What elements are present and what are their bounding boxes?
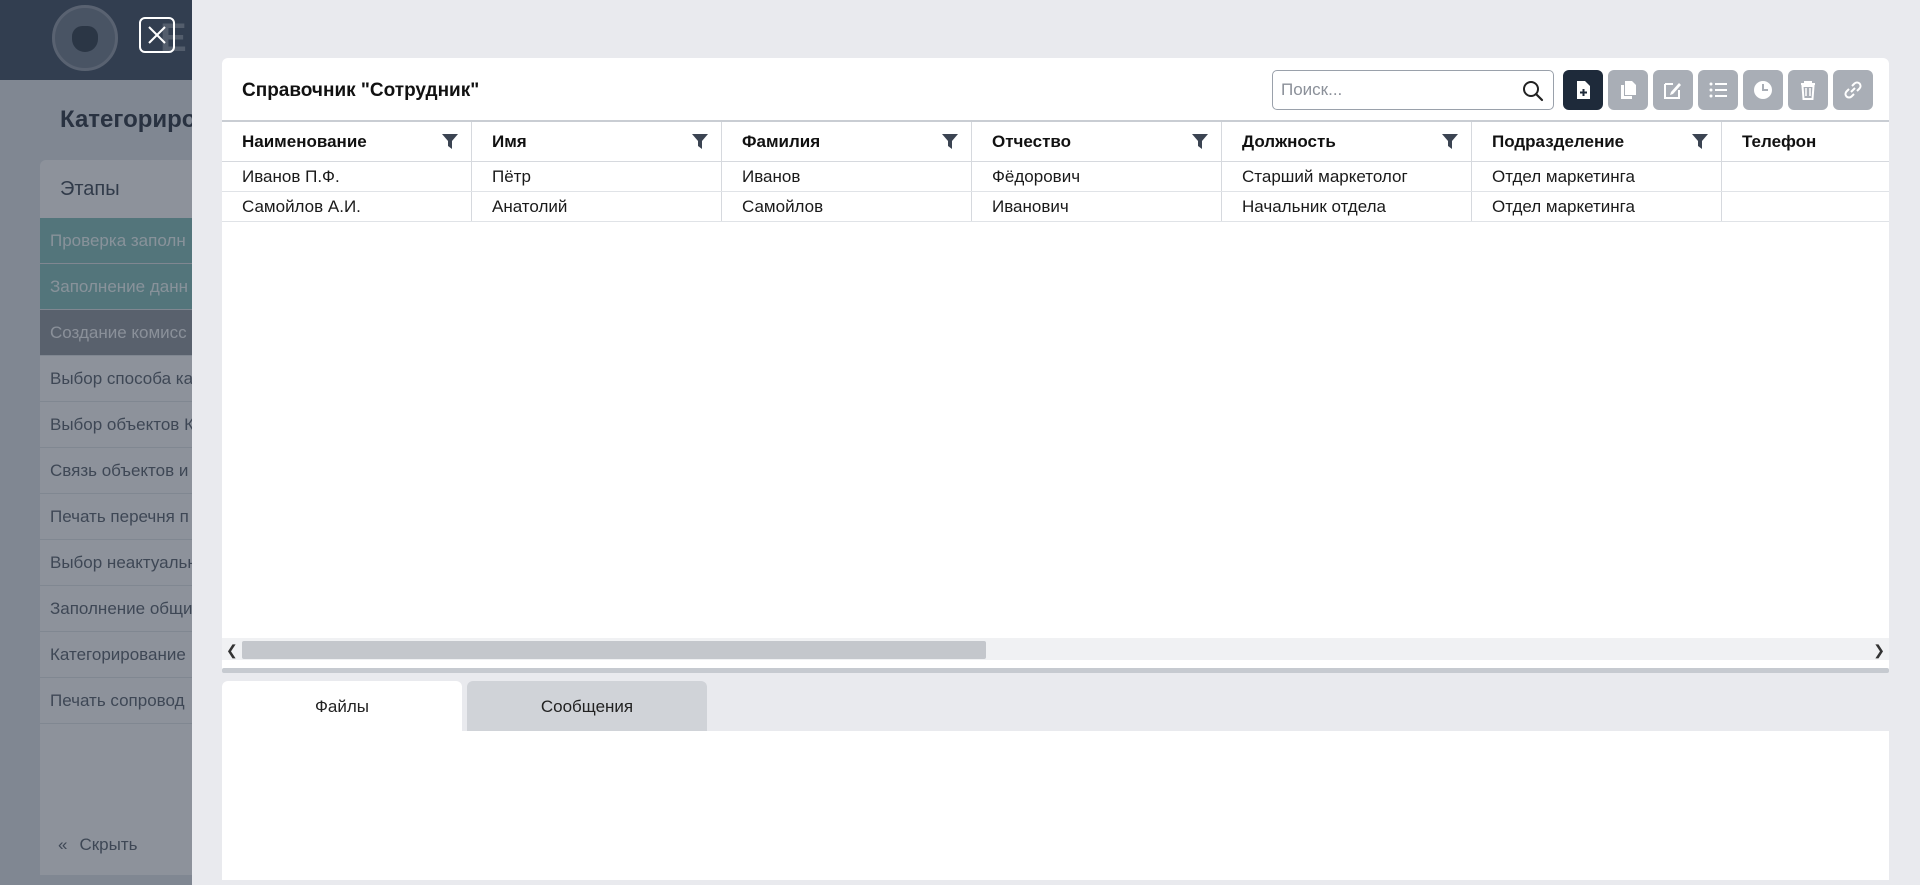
table-cell: Иванович — [972, 192, 1222, 221]
table-row[interactable]: Иванов П.Ф. Пётр Иванов Фёдорович Старший ма… — [222, 162, 1889, 192]
copy-record-button[interactable] — [1608, 70, 1648, 110]
table-cell: Пётр — [472, 162, 722, 191]
table-header: Наименование Имя Фамилия Отчество Должность П… — [222, 120, 1889, 162]
column-header[interactable]: Телефон — [1722, 122, 1889, 162]
table-cell: Самойлов А.И. — [222, 192, 472, 221]
search-input[interactable] — [1281, 78, 1511, 102]
table-cell: Иванов — [722, 162, 972, 191]
filter-icon[interactable] — [1191, 133, 1209, 151]
scroll-left-icon[interactable]: ❮ — [226, 642, 238, 659]
employees-table: Наименование Имя Фамилия Отчество Должность П… — [222, 120, 1889, 640]
table-cell: Отдел маркетинга — [1472, 192, 1722, 221]
table-cell: Самойлов — [722, 192, 972, 221]
file-plus-icon — [1577, 81, 1590, 99]
table-row[interactable]: Самойлов А.И. Анатолий Самойлов Иванович Нач… — [222, 192, 1889, 222]
table-cell: Отдел маркетинга — [1472, 162, 1722, 191]
table-cell — [1722, 192, 1889, 221]
column-header-label: Телефон — [1742, 132, 1817, 151]
edit-icon — [1664, 83, 1681, 99]
column-header-label: Наименование — [242, 132, 367, 151]
link-button[interactable] — [1833, 70, 1873, 110]
column-header[interactable]: Должность — [1222, 122, 1472, 162]
filter-icon[interactable] — [941, 133, 959, 151]
panel-title: Справочник "Сотрудник" — [242, 80, 480, 101]
list-icon — [1709, 82, 1727, 98]
filter-icon[interactable] — [1441, 133, 1459, 151]
table-cell: Анатолий — [472, 192, 722, 221]
tab-files[interactable]: Файлы — [222, 681, 462, 731]
edit-record-button[interactable] — [1653, 70, 1693, 110]
table-cell: Старший маркетолог — [1222, 162, 1472, 191]
delete-record-button[interactable] — [1788, 70, 1828, 110]
tab-messages[interactable]: Сообщения — [467, 681, 707, 731]
clock-icon — [1754, 81, 1772, 99]
table-body: Иванов П.Ф. Пётр Иванов Фёдорович Старший ма… — [222, 162, 1889, 222]
column-header-label: Имя — [492, 132, 527, 151]
add-record-button[interactable] — [1563, 70, 1603, 110]
close-panel-button[interactable] — [139, 17, 175, 53]
column-header[interactable]: Подразделение — [1472, 122, 1722, 162]
table-cell: Иванов П.Ф. — [222, 162, 472, 191]
filter-icon[interactable] — [1691, 133, 1709, 151]
column-header[interactable]: Имя — [472, 122, 722, 162]
column-header-label: Должность — [1242, 132, 1336, 151]
table-cell — [1722, 162, 1889, 191]
column-header-label: Подразделение — [1492, 132, 1625, 151]
close-icon — [148, 26, 166, 44]
tab-content — [222, 731, 1889, 880]
column-header-label: Отчество — [992, 132, 1072, 151]
list-view-button[interactable] — [1698, 70, 1738, 110]
history-button[interactable] — [1743, 70, 1783, 110]
search-icon[interactable] — [1521, 79, 1545, 103]
search-box — [1272, 70, 1554, 110]
panel-splitter[interactable] — [222, 668, 1889, 673]
scroll-right-icon[interactable]: ❯ — [1873, 642, 1885, 659]
filter-icon[interactable] — [691, 133, 709, 151]
horizontal-scrollbar[interactable]: ❮ ❯ — [222, 638, 1889, 660]
directory-panel: Справочник "Сотрудник" Поиск... Наименов… — [192, 0, 1920, 885]
column-header[interactable]: Наименование — [222, 122, 472, 162]
trash-icon — [1801, 81, 1815, 100]
column-header[interactable]: Фамилия — [722, 122, 972, 162]
link-icon — [1844, 81, 1862, 99]
filter-icon[interactable] — [441, 133, 459, 151]
scrollbar-thumb[interactable] — [242, 641, 986, 659]
directory-card: Справочник "Сотрудник" Поиск... Наименов… — [222, 58, 1889, 670]
copy-icon — [1621, 81, 1636, 99]
table-cell: Начальник отдела — [1222, 192, 1472, 221]
column-header-label: Фамилия — [742, 132, 821, 151]
table-cell: Фёдорович — [972, 162, 1222, 191]
column-header[interactable]: Отчество — [972, 122, 1222, 162]
